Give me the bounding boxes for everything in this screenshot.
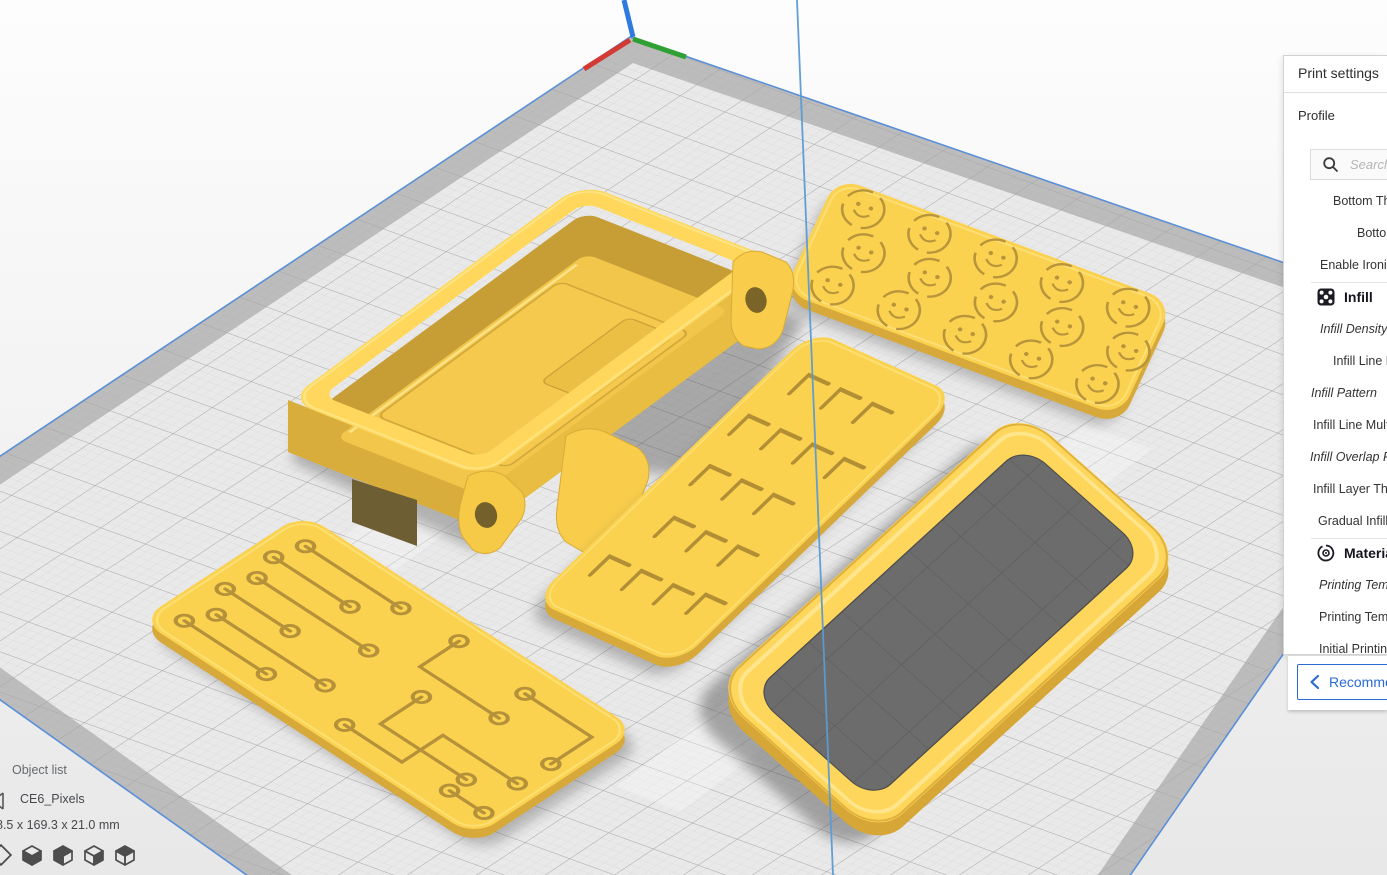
setting-row-infill-pattern[interactable]: Infill Pattern: [1311, 383, 1377, 403]
camera-view-buttons: [0, 844, 136, 866]
setting-row-infill-overlap[interactable]: Infill Overlap Percentage: [1310, 447, 1387, 467]
recommended-label: Recommended: [1329, 674, 1387, 690]
right-view-icon[interactable]: [83, 844, 105, 866]
setting-row-bottom-layers[interactable]: Bottom Layers: [1357, 223, 1387, 243]
setting-row-infill-density[interactable]: Infill Density: [1320, 319, 1387, 339]
section-material[interactable]: Material: [1317, 541, 1387, 565]
material-spool-icon: [1317, 544, 1335, 562]
top-view-icon[interactable]: [114, 844, 136, 866]
settings-divider: [1311, 538, 1387, 539]
object-list-item[interactable]: CE6_Pixels: [20, 792, 85, 806]
search-input[interactable]: [1348, 156, 1387, 173]
cura-window: { "viewport": { "background_top": "#fdfd…: [0, 0, 1387, 875]
object-dimensions: 8.5 x 169.3 x 21.0 mm: [0, 818, 120, 832]
search-icon: [1323, 157, 1339, 173]
setting-row-printing-temperature[interactable]: Printing Temperature: [1319, 575, 1387, 595]
section-label: Material: [1344, 545, 1387, 561]
setting-row-printing-temperature-initial[interactable]: Printing Temperature Initial Layer: [1319, 607, 1387, 627]
left-view-icon[interactable]: [52, 844, 74, 866]
object-item-icon: [0, 792, 4, 810]
settings-divider: [1311, 282, 1387, 283]
section-infill[interactable]: Infill: [1317, 285, 1373, 309]
3d-viewport[interactable]: [0, 0, 1387, 875]
setting-row-initial-printing-temperature[interactable]: Initial Printing Temperature: [1319, 639, 1387, 654]
recommended-container: Recommended: [1288, 656, 1387, 710]
infill-icon: [1317, 288, 1335, 306]
setting-row-infill-line-distance[interactable]: Infill Line Distance: [1333, 351, 1387, 371]
setting-row-infill-layer-thickness[interactable]: Infill Layer Thickness: [1313, 479, 1387, 499]
chevron-left-icon: [1310, 674, 1320, 690]
panel-divider: [1284, 92, 1387, 93]
print-settings-panel: Print settings Profile Bottom Thickness …: [1283, 55, 1387, 655]
setting-row-gradual-infill[interactable]: Gradual Infill Steps: [1318, 511, 1387, 531]
recommended-button[interactable]: Recommended: [1297, 664, 1387, 700]
3d-view-icon[interactable]: [0, 844, 12, 866]
panel-title: Print settings: [1298, 65, 1379, 81]
profile-label: Profile: [1298, 108, 1335, 123]
setting-row-enable-ironing[interactable]: Enable Ironing: [1320, 255, 1387, 275]
setting-row-infill-line-multiplier[interactable]: Infill Line Multiplier: [1313, 415, 1387, 435]
settings-search[interactable]: [1310, 149, 1387, 180]
setting-row-bottom-thickness[interactable]: Bottom Thickness: [1333, 191, 1387, 211]
front-view-icon[interactable]: [21, 844, 43, 866]
object-list-header[interactable]: Object list: [12, 763, 67, 777]
section-label: Infill: [1344, 289, 1373, 305]
